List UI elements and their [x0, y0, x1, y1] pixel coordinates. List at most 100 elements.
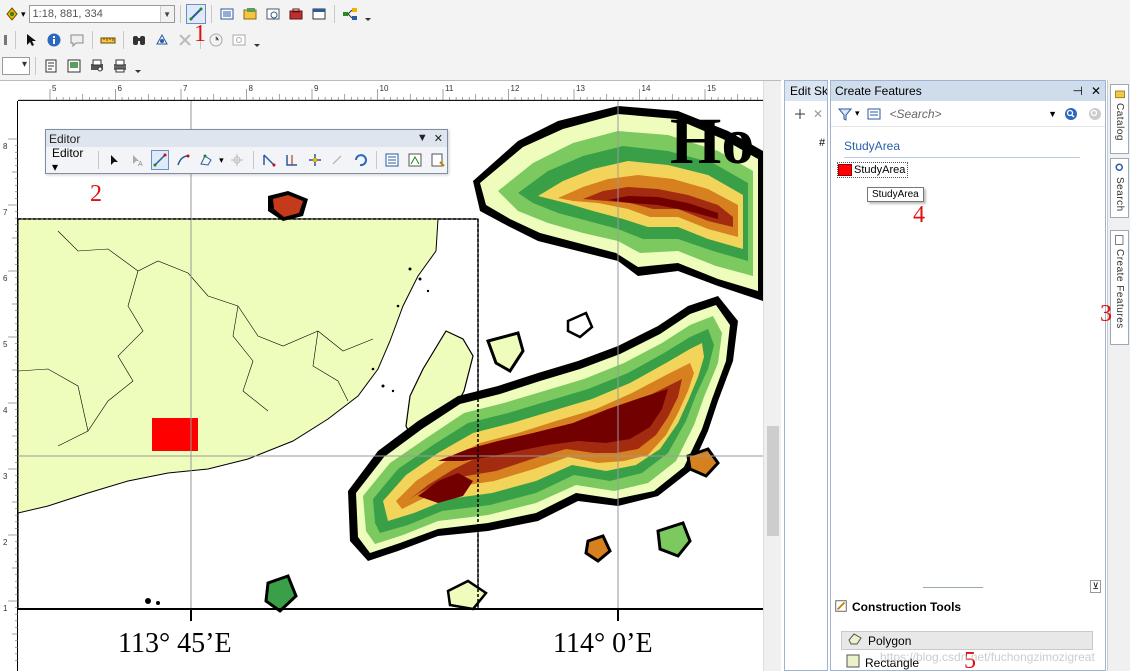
edit-sketch-tab[interactable]: Edit Sk	[785, 81, 827, 101]
measure-icon[interactable]	[98, 30, 118, 50]
editor-toolbar-buttons: Editor ▾ A ▾	[46, 146, 447, 174]
split-tool-icon[interactable]	[305, 150, 324, 170]
tools-toolbar	[0, 27, 260, 53]
vertical-ruler: 8 7 6 5 4 3 2 1	[0, 101, 18, 671]
python-window-icon[interactable]	[309, 4, 329, 24]
map-vertical-scrollbar[interactable]	[763, 81, 781, 671]
ruler-label: 1	[3, 604, 8, 613]
create-features-titlebar[interactable]: Create Features ⊣ ✕	[831, 81, 1105, 101]
svg-text:A: A	[138, 161, 143, 168]
clear-search-icon[interactable]	[1085, 104, 1105, 124]
ruler-label: 3	[3, 472, 8, 481]
arctoolbox-icon[interactable]	[286, 4, 306, 24]
ruler-label: 8	[3, 142, 8, 151]
create-features-icon	[1114, 235, 1123, 245]
chevron-down-icon[interactable]: ▾	[855, 108, 860, 119]
template-symbol-swatch	[838, 164, 852, 176]
vertex-column-header: #	[819, 137, 826, 149]
page-layout-icon[interactable]	[41, 56, 61, 76]
identify-icon[interactable]	[44, 30, 64, 50]
add-data-dropdown-icon[interactable]: ▾	[21, 9, 26, 20]
ruler-label: 11	[445, 84, 454, 93]
create-features-panel: Create Features ⊣ ✕ ▾ <Search> ▼ StudyAr…	[830, 80, 1106, 671]
edit-vertices-icon[interactable]	[228, 150, 247, 170]
layer-dropdown[interactable]	[2, 57, 30, 75]
dock-side-tabs: Catalog Search Create Features 3	[1100, 80, 1130, 671]
sketch-properties-icon[interactable]	[405, 150, 424, 170]
tab-catalog[interactable]: Catalog	[1110, 84, 1129, 154]
close-icon[interactable]: ✕	[813, 107, 823, 121]
catalog-window-icon[interactable]	[240, 4, 260, 24]
organize-templates-icon[interactable]	[864, 104, 884, 124]
map-title-fragment: Ho	[670, 105, 754, 178]
template-tooltip: StudyArea	[867, 187, 924, 202]
toolbar-separator	[252, 151, 254, 169]
toolbar-separator	[15, 31, 16, 49]
ruler-label: 7	[3, 208, 8, 217]
tab-create-features[interactable]: Create Features	[1110, 230, 1129, 345]
ruler-label: 12	[511, 84, 520, 93]
undo-icon[interactable]	[351, 150, 370, 170]
scrollbar-thumb[interactable]	[767, 426, 779, 536]
feature-template-studyarea[interactable]: StudyArea	[837, 162, 909, 178]
go-to-xy-icon[interactable]	[152, 30, 172, 50]
editor-toolbar-titlebar[interactable]: Editor ▼ ✕	[46, 130, 447, 147]
point-tools-dropdown-icon[interactable]: ▾	[219, 155, 224, 166]
tab-search[interactable]: Search	[1110, 158, 1129, 218]
toolbar-separator	[210, 5, 212, 23]
find-icon[interactable]	[129, 30, 149, 50]
map-template-icon[interactable]	[64, 56, 84, 76]
add-data-icon[interactable]	[2, 4, 22, 24]
rotate-tool-icon[interactable]	[328, 150, 347, 170]
panel-splitter[interactable]: ⊻	[831, 580, 1105, 593]
edit-sketch-toolbar: ✕	[785, 101, 827, 127]
modelbuilder-icon[interactable]	[340, 4, 360, 24]
toolbar-options-icon[interactable]	[254, 33, 260, 47]
chevron-down-icon[interactable]: ▼	[159, 6, 174, 22]
cut-polygons-icon[interactable]	[282, 150, 301, 170]
edit-annotation-tool-icon[interactable]: A	[128, 150, 147, 170]
create-features-icon[interactable]	[428, 150, 447, 170]
search-window-icon[interactable]	[263, 4, 283, 24]
template-search-input[interactable]: <Search>	[888, 105, 1045, 123]
longitude-label-1: 113° 45’E	[118, 628, 232, 659]
select-elements-icon[interactable]	[21, 30, 41, 50]
close-icon[interactable]: ✕	[434, 132, 443, 145]
clear-selection-icon[interactable]	[175, 30, 195, 50]
map-scale-combo[interactable]: 1:18, 881, 334 ▼	[28, 5, 175, 23]
chevron-down-icon[interactable]: ▼	[1048, 109, 1057, 119]
close-icon[interactable]: ✕	[1091, 84, 1101, 98]
filter-templates-icon[interactable]	[835, 104, 855, 124]
edit-tool-icon[interactable]	[105, 150, 124, 170]
editor-menu-button[interactable]: Editor ▾	[50, 146, 92, 174]
editor-toolbar-window[interactable]: Editor ▼ ✕ Editor ▾ A ▾	[45, 129, 448, 174]
search-icon[interactable]	[1061, 104, 1081, 124]
create-viewer-icon[interactable]	[229, 30, 249, 50]
ruler-label: 10	[380, 84, 389, 93]
reshape-feature-icon[interactable]	[259, 150, 278, 170]
construction-tools-header: Construction Tools	[831, 597, 1105, 617]
pin-icon[interactable]: ⊣	[1072, 84, 1082, 98]
collapse-icon[interactable]: ⊻	[1090, 580, 1101, 593]
toolbar-options-icon[interactable]	[364, 7, 371, 21]
toolbar-options-icon[interactable]	[135, 59, 141, 73]
print-preview-icon[interactable]	[87, 56, 107, 76]
ruler-label: 14	[642, 84, 651, 93]
attributes-icon[interactable]	[383, 150, 402, 170]
catalog-icon	[1114, 90, 1125, 99]
feature-template-list: StudyArea StudyArea StudyArea 4	[831, 127, 1105, 592]
print-icon[interactable]	[110, 56, 130, 76]
finish-sketch-icon[interactable]	[790, 104, 810, 124]
html-popup-icon[interactable]	[67, 30, 87, 50]
straight-segment-icon[interactable]	[150, 150, 170, 170]
time-slider-icon[interactable]	[206, 30, 226, 50]
longitude-label-2: 114° 0’E	[553, 628, 653, 659]
point-tools-icon[interactable]	[196, 150, 215, 170]
ruler-label: 2	[3, 538, 8, 547]
group-divider	[844, 157, 1080, 158]
watermark-text: https://blog.csdn.net/fuchongzimozigreat	[880, 650, 1095, 664]
toolbar-menu-icon[interactable]: ▼	[417, 132, 428, 145]
table-of-contents-icon[interactable]	[217, 4, 237, 24]
trace-tool-icon[interactable]	[173, 150, 192, 170]
horizontal-ruler: 5678910111213141516	[18, 81, 763, 101]
